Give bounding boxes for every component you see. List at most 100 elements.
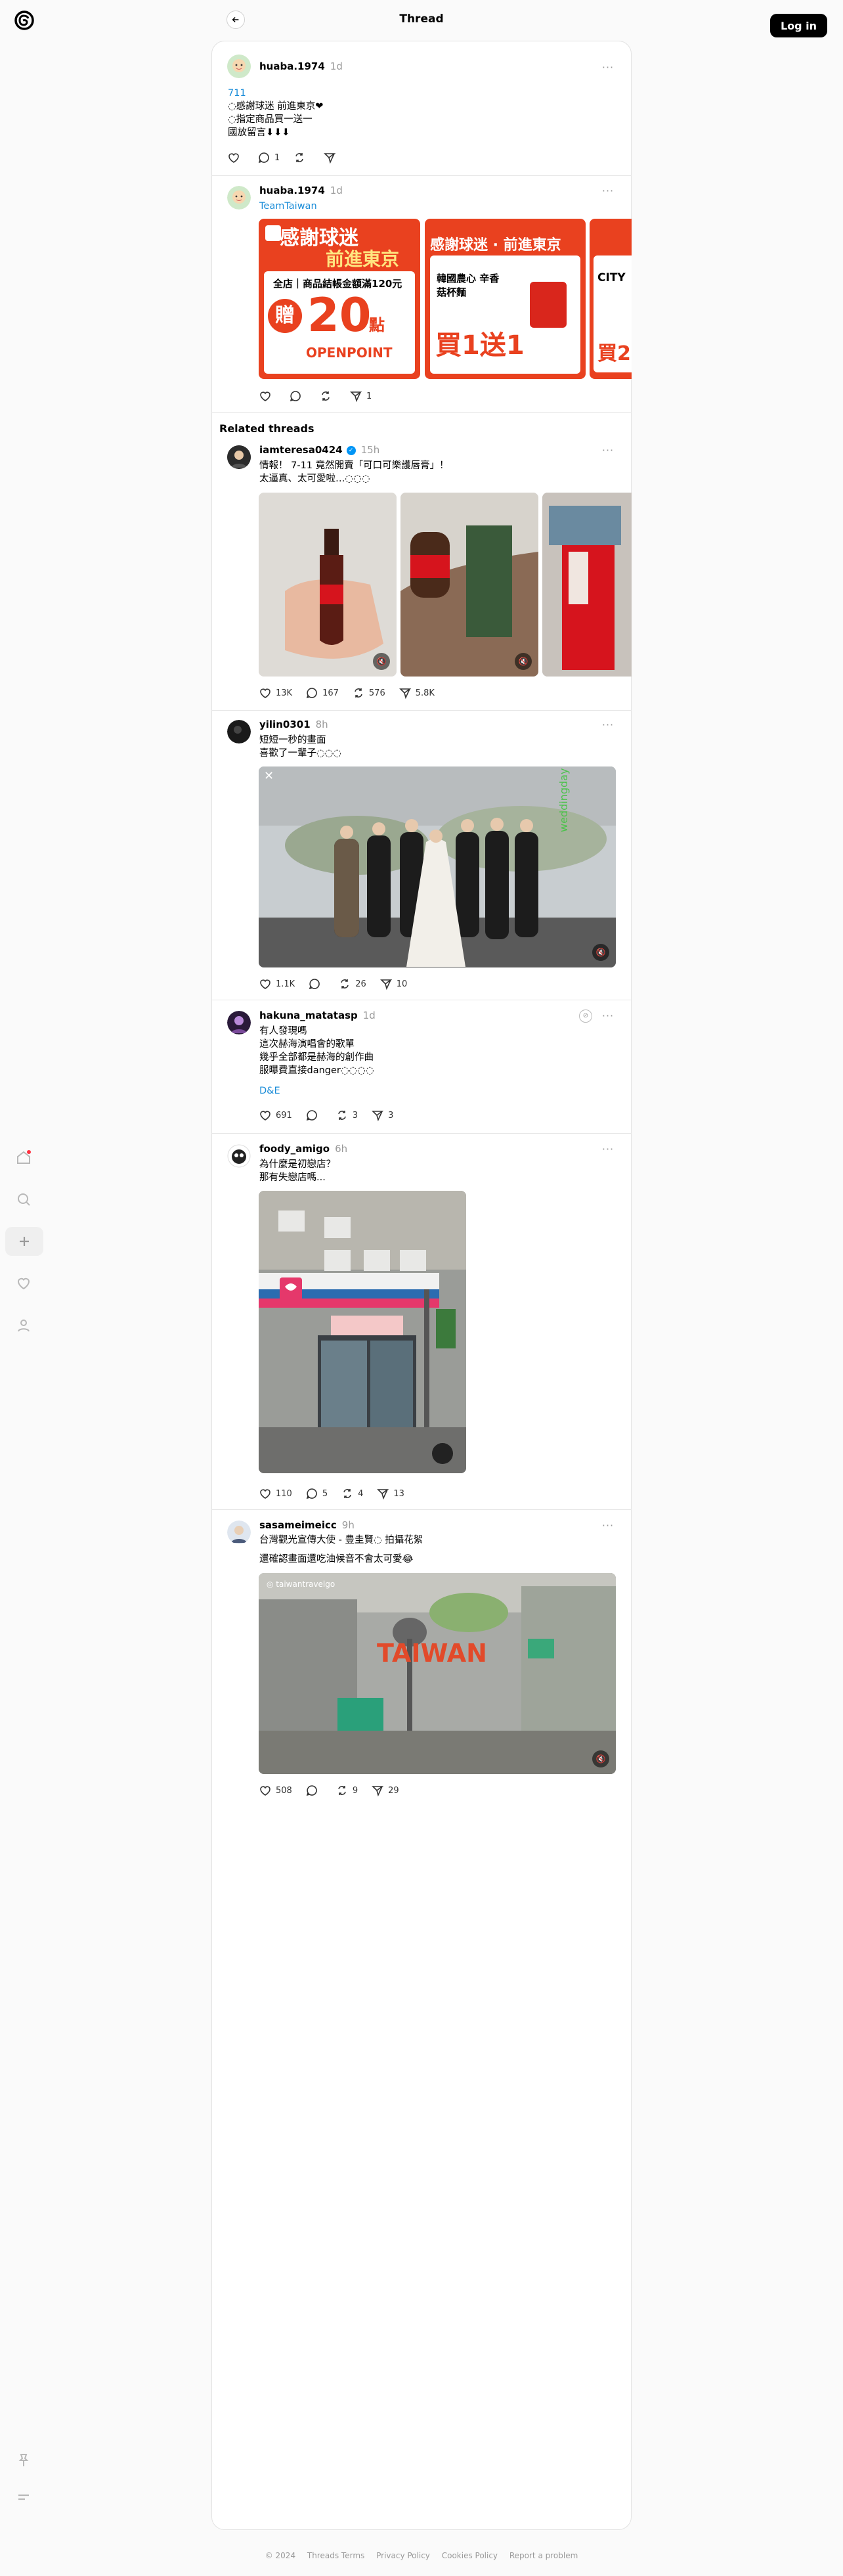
like-button[interactable]: 1.1K [259, 977, 295, 990]
like-button[interactable]: 110 [259, 1487, 292, 1500]
heart-icon [260, 1489, 270, 1499]
footer-link-terms[interactable]: Threads Terms [307, 2551, 364, 2560]
avatar[interactable] [227, 720, 251, 744]
promo-image-1[interactable]: 感謝球迷 前進東京 全店｜商品結帳金額滿120元 贈 20 點 OPENPOIN… [259, 219, 420, 379]
heart-icon[interactable] [13, 1273, 34, 1294]
mute-icon[interactable]: 🔇 [515, 653, 532, 670]
footer-link-report[interactable]: Report a problem [509, 2551, 578, 2560]
share-button[interactable] [323, 151, 340, 164]
heart-icon [260, 688, 270, 698]
coke-bottle-photo [259, 493, 397, 677]
reply-button[interactable] [289, 389, 306, 403]
username[interactable]: sasameimeicc 9h [259, 1519, 355, 1532]
post-text-line: 這次赫海演唱會的歌單 [259, 1039, 355, 1050]
like-button[interactable]: 13K [259, 686, 292, 700]
mute-icon[interactable]: 🔇 [592, 1750, 609, 1767]
share-button[interactable]: 5.8K [399, 686, 435, 700]
like-button[interactable]: 508 [259, 1784, 292, 1797]
username[interactable]: yilin0301 8h [259, 718, 328, 731]
post-text-line: 台灣觀光宣傳大使 - 豊圭賢◌ 拍攝花絮 [259, 1535, 423, 1545]
post-time: 8h [315, 719, 328, 730]
repost-button[interactable]: 9 [335, 1784, 358, 1797]
home-icon[interactable] [13, 1147, 34, 1168]
username[interactable]: huaba.1974 1d [259, 60, 343, 73]
more-dots-icon[interactable]: ··· [599, 445, 617, 460]
repost-icon [338, 1111, 346, 1120]
post-text-line: 服曝費直接danger◌◌◌◌ [259, 1065, 374, 1076]
avatar[interactable] [227, 445, 251, 469]
pin-icon[interactable] [13, 2450, 34, 2471]
more-dots-icon[interactable]: ··· [599, 186, 617, 200]
reply-button[interactable]: 1 [257, 151, 280, 164]
repost-button[interactable] [319, 389, 336, 403]
reply-button[interactable] [308, 977, 325, 990]
more-dots-icon[interactable]: ··· [599, 1144, 617, 1159]
repost-button[interactable]: 3 [335, 1109, 358, 1122]
reply-button[interactable] [305, 1109, 322, 1122]
post-video[interactable]: weddingday ✕ 🔇 [259, 766, 616, 967]
mute-icon[interactable]: 🔇 [592, 944, 609, 961]
post-image[interactable]: 🔇 [259, 493, 397, 677]
username[interactable]: foody_amigo 6h [259, 1142, 347, 1155]
avatar[interactable] [227, 1011, 251, 1034]
repost-button[interactable] [293, 151, 310, 164]
reply-button[interactable] [305, 1784, 322, 1797]
more-dots-icon[interactable]: ··· [599, 62, 617, 77]
back-button[interactable] [227, 11, 245, 29]
footer-link-privacy[interactable]: Privacy Policy [376, 2551, 430, 2560]
reply-button[interactable]: 5 [305, 1487, 328, 1500]
menu-icon[interactable] [13, 2487, 34, 2508]
more-dots-icon[interactable]: ··· [599, 720, 617, 734]
post-text-line: ◌指定商品買一送一 [228, 114, 313, 125]
more-dots-icon[interactable]: ··· [599, 1521, 617, 1535]
avatar[interactable] [227, 186, 251, 210]
promo-image-2[interactable]: 感謝球迷 · 前進東京 韓國農心 辛香菇杯麵 買1送1 [425, 219, 586, 379]
promo-image-3[interactable]: CITY 買2 [590, 219, 632, 379]
share-button[interactable]: 13 [376, 1487, 404, 1500]
avatar[interactable] [227, 55, 251, 78]
login-button[interactable]: Log in [770, 14, 827, 37]
post-link-711[interactable]: 711 [228, 87, 246, 100]
post-image[interactable] [259, 1191, 466, 1473]
share-icon [372, 1786, 384, 1797]
mute-icon[interactable]: 🔇 [373, 653, 390, 670]
avatar[interactable] [227, 1144, 251, 1168]
translate-icon[interactable]: ⊘ [579, 1010, 592, 1023]
avatar[interactable] [227, 1521, 251, 1544]
username[interactable]: iamteresa0424 ✓ 15h [259, 443, 379, 456]
create-icon[interactable] [5, 1227, 43, 1256]
repost-icon [341, 979, 349, 988]
repost-button[interactable]: 576 [352, 686, 385, 700]
post-image[interactable] [542, 493, 632, 677]
post-image[interactable]: 🔇 [400, 493, 538, 677]
post-time: 1d [330, 60, 343, 72]
like-button[interactable]: 691 [259, 1109, 292, 1122]
repost-button[interactable]: 4 [341, 1487, 363, 1500]
like-button[interactable] [227, 151, 244, 164]
username[interactable]: hakuna_matatasp 1d [259, 1009, 376, 1022]
post-video[interactable]: ◎ taiwantravelgo TAIWAN 🔇 [259, 1573, 616, 1774]
profile-icon[interactable] [13, 1315, 34, 1336]
post-text-line: 還確認畫面還吃油候音不會太可愛😂 [259, 1554, 414, 1565]
repost-button[interactable]: 26 [338, 977, 366, 990]
comment-icon [306, 688, 317, 699]
more-dots-icon[interactable]: ··· [599, 1011, 617, 1025]
post-actions: 508 9 29 [259, 1784, 399, 1797]
username[interactable]: huaba.1974 1d [259, 184, 343, 197]
heart-icon [260, 1786, 270, 1796]
reply-button[interactable]: 167 [305, 686, 339, 700]
mention-link[interactable]: TeamTaiwan [259, 200, 317, 213]
heart-icon [260, 1111, 270, 1121]
share-button[interactable]: 10 [379, 977, 407, 990]
post-text-line: ◌感謝球迷 前進東京❤ [228, 101, 324, 112]
like-button[interactable] [259, 389, 276, 403]
comment-icon [306, 1785, 317, 1796]
footer-link-cookies[interactable]: Cookies Policy [442, 2551, 498, 2560]
post-actions: 110 5 4 13 [259, 1487, 404, 1500]
search-icon[interactable] [13, 1189, 34, 1210]
share-button[interactable]: 3 [371, 1109, 393, 1122]
share-button[interactable]: 1 [349, 389, 372, 403]
close-icon[interactable]: ✕ [264, 769, 274, 783]
tag-link[interactable]: D&E [259, 1084, 280, 1098]
share-button[interactable]: 29 [371, 1784, 399, 1797]
